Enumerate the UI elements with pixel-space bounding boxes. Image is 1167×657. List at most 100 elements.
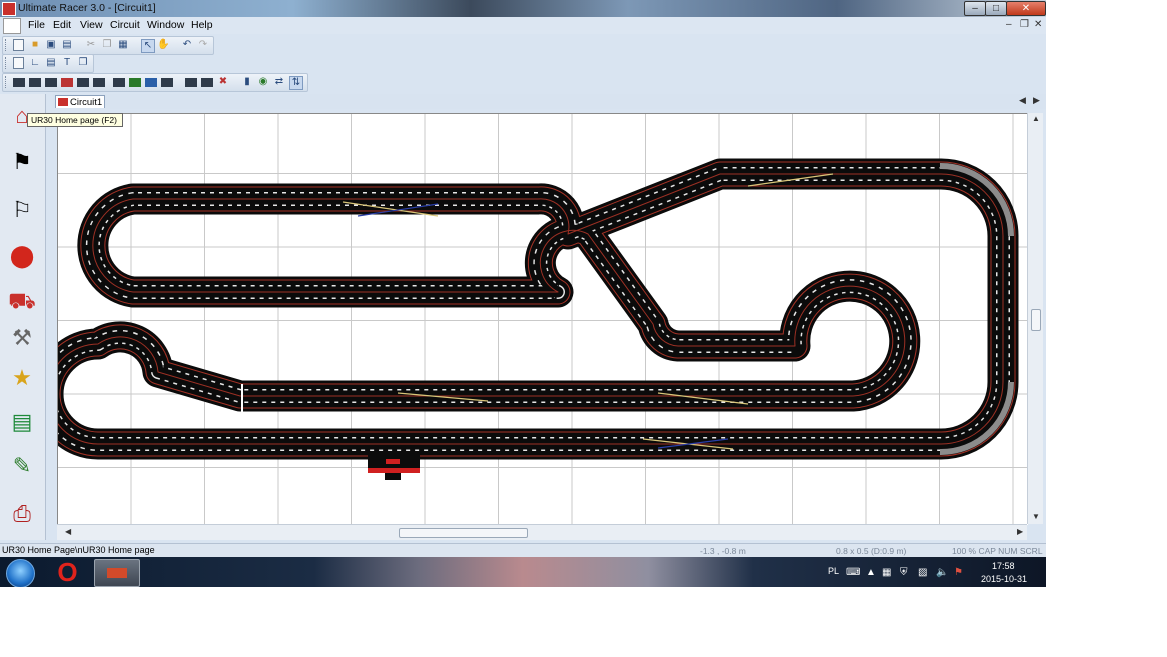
circuit-doc-icon — [58, 98, 68, 106]
menu-edit[interactable]: Edit — [53, 19, 71, 31]
lane-tool-9-icon[interactable] — [145, 78, 157, 87]
title-bar[interactable]: Ultimate Racer 3.0 - [Circuit1] – □ ✕ — [0, 0, 1046, 17]
lane-tool-6-icon[interactable] — [93, 78, 105, 87]
pan-hand-icon[interactable]: ✋ — [157, 39, 169, 51]
app-icon — [2, 2, 16, 16]
action-center-icon[interactable]: ⚑ — [954, 567, 963, 578]
horizontal-scroll-thumb[interactable] — [399, 528, 528, 538]
info-icon[interactable]: ⇅ — [289, 76, 303, 90]
chart-icon[interactable]: ▤ — [5, 406, 39, 438]
track-piece-toolbar: ∟ ▤ T ❐ — [2, 54, 94, 73]
menu-help[interactable]: Help — [191, 19, 213, 31]
mdi-restore-icon[interactable]: ❐ — [1020, 19, 1029, 30]
horizontal-scrollbar[interactable]: ◀ ▶ — [57, 524, 1027, 540]
status-bar: UR30 Home Page\nUR30 Home page -1.3 , -0… — [0, 543, 1046, 558]
race-car-icon[interactable]: ⛟ — [5, 286, 39, 318]
menu-window[interactable]: Window — [147, 19, 184, 31]
shield-icon[interactable]: ⛨ — [900, 567, 908, 578]
ultimate-racer-taskbar-button[interactable] — [94, 559, 140, 587]
mdi-close-icon[interactable]: ✕ — [1034, 19, 1042, 30]
language-indicator[interactable]: PL — [828, 566, 839, 576]
tab-scroll-left-icon[interactable]: ◀ — [1019, 95, 1026, 106]
overlap-piece-icon[interactable]: ❐ — [77, 57, 89, 69]
lane-tool-7-icon[interactable] — [113, 78, 125, 87]
document-menu-icon[interactable] — [3, 18, 21, 34]
clock-date[interactable]: 2015-10-31 — [981, 574, 1027, 584]
ruler-icon[interactable]: ▮ — [241, 76, 253, 88]
pencil-edit-icon[interactable]: ✎ — [5, 450, 39, 482]
undo-icon[interactable]: ↶ — [181, 39, 193, 51]
keyboard-icon[interactable]: ⌨ — [846, 567, 860, 578]
new-file-icon[interactable] — [13, 39, 24, 51]
application-window: Ultimate Racer 3.0 - [Circuit1] – □ ✕ Fi… — [0, 0, 1046, 587]
start-finish-stripe — [368, 468, 420, 473]
clock-time[interactable]: 17:58 — [992, 561, 1015, 571]
lane-tool-1-icon[interactable] — [13, 78, 25, 87]
lane-tool-8-icon[interactable] — [129, 78, 141, 87]
straight-piece-icon[interactable] — [13, 57, 24, 69]
left-sidebar: ⌂ ⚑ ⚐ ⬤ ⛟ ⚒ ★ ▤ ✎ ⎙ — [0, 94, 46, 540]
tab-circuit1[interactable]: Circuit1 — [55, 95, 105, 108]
toolbar-grip[interactable] — [5, 39, 8, 51]
menu-bar: File Edit View Circuit Window Help – ❐ ✕ — [0, 17, 1046, 34]
race-flags-icon[interactable]: ⚐ — [5, 194, 39, 226]
scroll-left-icon[interactable]: ◀ — [65, 527, 71, 536]
tools-icon[interactable]: ⚒ — [5, 322, 39, 354]
home-page-tooltip: UR30 Home page (F2) — [27, 113, 123, 127]
status-zoom-indicators: 100 % CAP NUM SCRL — [952, 546, 1043, 556]
start-gate-light — [386, 459, 400, 464]
network-signal-icon[interactable]: ▨ — [918, 567, 927, 578]
opera-browser-icon[interactable]: O — [54, 559, 81, 585]
lane-tool-3-icon[interactable] — [45, 78, 57, 87]
start-button-icon[interactable] — [6, 559, 35, 587]
lane-tool-10-icon[interactable] — [161, 78, 173, 87]
minimize-button[interactable]: – — [964, 1, 986, 16]
toolbar-grip[interactable] — [5, 76, 8, 88]
scroll-up-icon[interactable]: ▲ — [1032, 114, 1040, 123]
windows-flag-icon[interactable]: ▦ — [882, 567, 891, 578]
close-button[interactable]: ✕ — [1006, 1, 1046, 16]
print-icon[interactable]: ▤ — [61, 39, 73, 51]
delete-lane-icon[interactable]: ✖ — [217, 76, 229, 88]
menu-view[interactable]: View — [80, 19, 103, 31]
document-tab-strip: Circuit1 ◀ ▶ — [53, 94, 1046, 109]
mdi-minimize-icon[interactable]: – — [1006, 19, 1012, 30]
printer-icon[interactable]: ⎙ — [5, 498, 39, 530]
lane-tool-2-icon[interactable] — [29, 78, 41, 87]
menu-file[interactable]: File — [28, 19, 45, 31]
tab-scroll-right-icon[interactable]: ▶ — [1033, 95, 1040, 106]
helmet-icon[interactable]: ⬤ — [5, 240, 39, 272]
lane-tool-12-icon[interactable] — [201, 78, 213, 87]
checkered-flag-icon[interactable]: ⚑ — [5, 146, 39, 178]
lane-tool-5-icon[interactable] — [77, 78, 89, 87]
tab-label: Circuit1 — [70, 97, 103, 108]
trophy-icon[interactable]: ★ — [5, 362, 39, 394]
car-icon[interactable]: ◉ — [257, 76, 269, 88]
copy-icon[interactable]: ❐ — [101, 39, 113, 51]
lane-tool-11-icon[interactable] — [185, 78, 197, 87]
vertical-scrollbar[interactable]: ▲ ▼ — [1027, 113, 1043, 524]
t-piece-icon[interactable]: T — [61, 57, 73, 69]
select-pointer-icon[interactable]: ↖ — [141, 39, 155, 53]
window-title: Ultimate Racer 3.0 - [Circuit1] — [18, 2, 156, 14]
cut-icon[interactable]: ✂ — [85, 39, 97, 51]
redo-icon[interactable]: ↷ — [197, 39, 209, 51]
swap-direction-icon[interactable]: ⇄ — [273, 76, 285, 88]
menu-circuit[interactable]: Circuit — [110, 19, 140, 31]
volume-icon[interactable]: 🔈 — [936, 567, 948, 578]
lane-tool-4-icon[interactable] — [61, 78, 73, 87]
curve-piece-icon[interactable]: ∟ — [29, 57, 41, 69]
vertical-scroll-thumb[interactable] — [1031, 309, 1041, 331]
tray-expand-icon[interactable]: ▲ — [866, 567, 876, 578]
standard-toolbar: ■ ▣ ▤ ✂ ❐ ▦ ↖ ✋ ↶ ↷ — [2, 36, 214, 55]
maximize-button[interactable]: □ — [985, 1, 1007, 16]
paste-icon[interactable]: ▦ — [117, 39, 129, 51]
toolbar-grip[interactable] — [5, 57, 8, 69]
scroll-down-icon[interactable]: ▼ — [1032, 512, 1040, 521]
save-icon[interactable]: ▣ — [45, 39, 57, 51]
track-canvas[interactable] — [57, 113, 1028, 525]
start-gate-base — [385, 473, 401, 480]
open-folder-icon[interactable]: ■ — [29, 39, 41, 51]
scroll-right-icon[interactable]: ▶ — [1017, 527, 1023, 536]
crossover-piece-icon[interactable]: ▤ — [45, 57, 57, 69]
